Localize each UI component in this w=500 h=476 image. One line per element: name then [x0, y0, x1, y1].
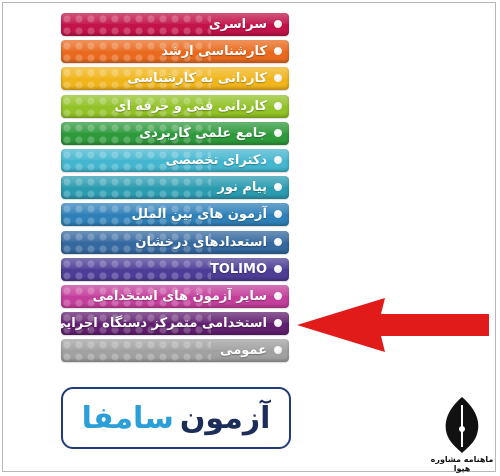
exam-category-menu: سراسری کارشناسی ارشد کاردانی به کارشناسی…: [61, 13, 289, 366]
menu-item-label: جامع علمی کاربردی: [139, 125, 267, 141]
bullet-icon: [274, 346, 282, 355]
menu-item-masters[interactable]: کارشناسی ارشد: [61, 40, 289, 64]
bullet-icon: [274, 291, 282, 300]
menu-item-applied-science[interactable]: جامع علمی کاربردی: [61, 121, 289, 145]
bullet-icon: [274, 183, 282, 192]
arrow-shape: [297, 298, 489, 352]
quill-pen-icon: [445, 397, 479, 453]
menu-item-associate-to-bachelor[interactable]: کاردانی به کارشناسی: [61, 67, 289, 91]
menu-item-technical-vocational[interactable]: کاردانی فنی و حرفه ای: [61, 94, 289, 118]
menu-item-tolimo[interactable]: TOLIMO: [61, 257, 289, 281]
bullet-icon: [274, 128, 282, 137]
bullet-icon: [274, 237, 282, 246]
bullet-icon: [274, 20, 282, 28]
bullet-icon: [274, 155, 282, 164]
menu-item-label: عمومی: [220, 343, 267, 359]
menu-item-label: دکترای تخصصی: [165, 152, 267, 168]
menu-item-label: آزمون های بین الملل: [131, 207, 267, 223]
menu-item-label: سراسری: [208, 17, 267, 32]
menu-item-label: استخدامی متمرکز دستگاه اجرایی: [61, 316, 267, 332]
menu-item-label: کاردانی به کارشناسی: [127, 71, 267, 87]
hepva-brand-logo: ماهنامه مشاوره هپوا: [428, 395, 496, 473]
azmoon-samfa-logo[interactable]: آزمون سامفا: [61, 387, 291, 449]
bullet-icon: [274, 210, 282, 219]
bullet-icon: [274, 74, 282, 83]
bullet-icon: [274, 319, 282, 328]
menu-item-other-employment-exams[interactable]: سایر آزمون های استخدامی: [61, 284, 289, 308]
menu-item-talented-students[interactable]: استعدادهای درخشان: [61, 230, 289, 254]
bullet-icon: [274, 47, 282, 56]
bullet-icon: [274, 264, 282, 273]
menu-item-label: کارشناسی ارشد: [161, 44, 267, 60]
menu-item-central-government-employment[interactable]: استخدامی متمرکز دستگاه اجرایی: [61, 312, 289, 336]
menu-item-sarasari[interactable]: سراسری: [61, 13, 289, 36]
menu-item-phd[interactable]: دکترای تخصصی: [61, 148, 289, 172]
menu-item-label: کاردانی فنی و حرفه ای: [114, 98, 267, 114]
menu-item-payam-noor[interactable]: پیام نور: [61, 176, 289, 200]
red-arrow-icon: [297, 298, 489, 352]
menu-item-label: پیام نور: [217, 180, 267, 196]
bullet-icon: [274, 101, 282, 110]
menu-item-general[interactable]: عمومی: [61, 339, 289, 363]
menu-item-label: TOLIMO: [209, 261, 267, 277]
logo-text-light: سامفا: [81, 400, 174, 436]
menu-item-label: استعدادهای درخشان: [135, 234, 267, 250]
logo-text-dark: آزمون: [179, 400, 271, 436]
menu-item-international-exams[interactable]: آزمون های بین الملل: [61, 203, 289, 227]
menu-item-label: سایر آزمون های استخدامی: [92, 288, 267, 304]
brand-name: ماهنامه مشاوره هپوا: [430, 455, 494, 473]
